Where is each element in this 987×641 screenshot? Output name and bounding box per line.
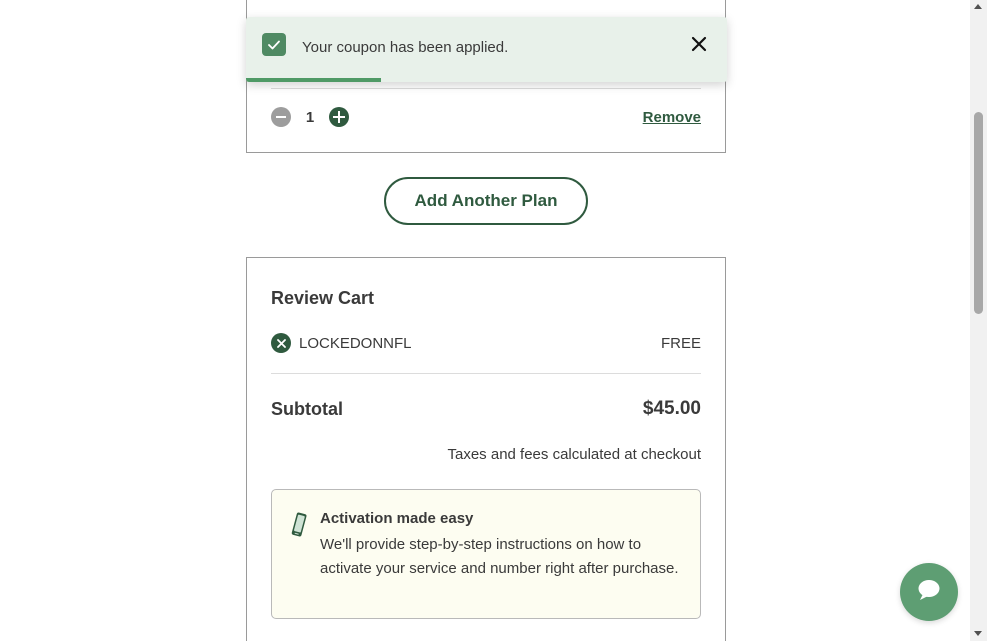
review-cart-title: Review Cart bbox=[271, 288, 375, 308]
coupon-price: FREE bbox=[660, 334, 701, 352]
review-cart-card: Review Cart LOCKEDONNFL FREE Subtotal $4… bbox=[246, 257, 726, 641]
quantity-value: 1 bbox=[305, 108, 315, 126]
activation-info-box: Activation made easy We'll provide step-… bbox=[271, 489, 701, 619]
plus-icon[interactable] bbox=[329, 107, 349, 127]
plan-card-divider bbox=[271, 88, 701, 89]
scrollbar-thumb[interactable] bbox=[974, 112, 983, 314]
coupon-toast: Your coupon has been applied. bbox=[246, 17, 727, 82]
chat-icon bbox=[917, 579, 941, 606]
check-icon bbox=[262, 33, 286, 56]
coupon-row: LOCKEDONNFL FREE bbox=[271, 332, 701, 354]
add-another-plan-button[interactable]: Add Another Plan bbox=[384, 177, 588, 225]
chat-button[interactable] bbox=[900, 563, 958, 621]
activation-title: Activation made easy bbox=[320, 510, 474, 527]
toast-progress-bar bbox=[246, 78, 381, 82]
subtotal-label: Subtotal bbox=[271, 398, 343, 419]
minus-icon[interactable] bbox=[271, 107, 291, 127]
remove-link[interactable]: Remove bbox=[643, 109, 701, 126]
close-icon[interactable] bbox=[271, 333, 291, 353]
vertical-scrollbar[interactable] bbox=[970, 0, 987, 641]
coupon-code: LOCKEDONNFL bbox=[299, 334, 412, 352]
close-icon[interactable] bbox=[689, 34, 709, 54]
subtotal-row: Subtotal $45.00 bbox=[271, 398, 701, 420]
scroll-up-arrow-icon[interactable] bbox=[974, 4, 982, 9]
subtotal-value: $45.00 bbox=[642, 398, 701, 419]
toast-message: Your coupon has been applied. bbox=[302, 39, 509, 56]
phone-icon bbox=[290, 512, 308, 538]
taxes-note: Taxes and fees calculated at checkout bbox=[447, 446, 702, 463]
review-divider bbox=[271, 373, 701, 374]
quantity-row: 1 Remove bbox=[271, 106, 701, 128]
activation-text: We'll provide step-by-step instructions … bbox=[320, 536, 679, 577]
scroll-down-arrow-icon[interactable] bbox=[974, 631, 982, 636]
